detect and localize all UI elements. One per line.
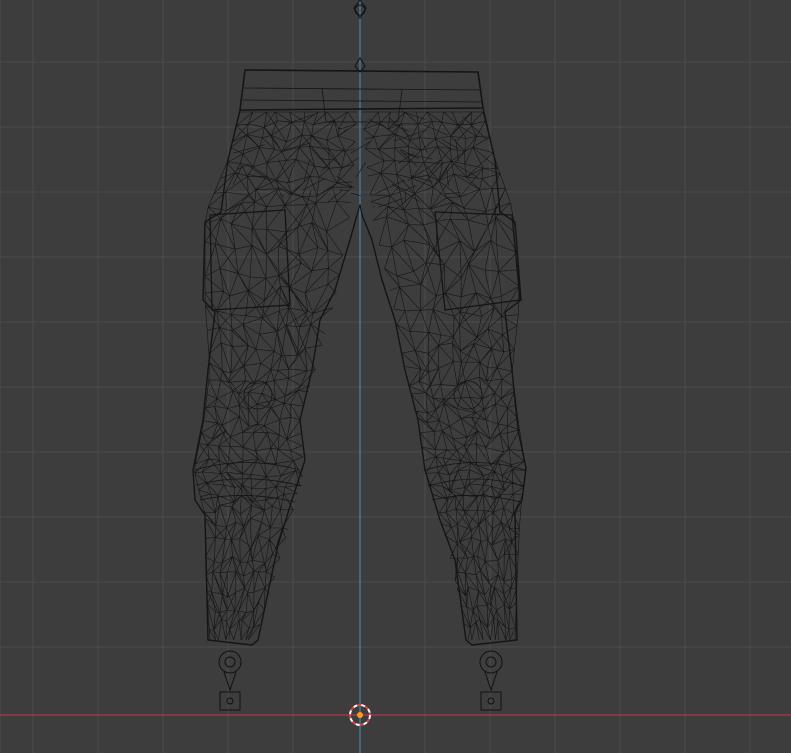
3d-viewport[interactable]	[0, 0, 791, 753]
viewport-background	[0, 0, 791, 753]
viewport-canvas[interactable]	[0, 0, 791, 753]
origin-dot-icon	[357, 712, 363, 718]
